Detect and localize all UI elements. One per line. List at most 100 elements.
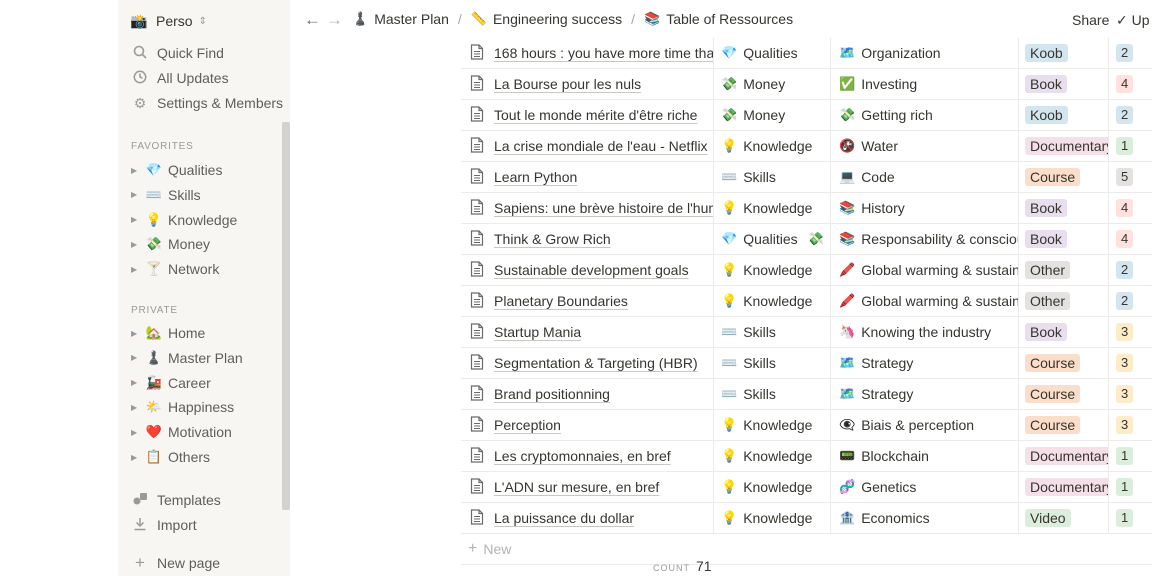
expand-triangle-icon[interactable]: ▶ [131, 453, 145, 462]
cell-category[interactable]: 💡 Knowledge [713, 131, 831, 161]
cell-subcategory[interactable]: 👁️‍🗨️ Biais & perception [831, 410, 1019, 440]
sidebar-item-money[interactable]: ▶ 💸 Money [131, 233, 210, 255]
cell-category[interactable]: 💎 Qualities [713, 38, 831, 68]
table-row[interactable]: La crise mondiale de l'eau - Netflix 💡 Kno… [461, 131, 1152, 162]
cell-name[interactable]: Brand positionning [461, 379, 714, 409]
new-row-button[interactable]: + New [461, 534, 1152, 565]
cell-category[interactable]: 💡 Knowledge [713, 193, 831, 223]
cell-name[interactable]: Les cryptomonnaies, en bref [461, 441, 714, 471]
sidebar-scrollbar[interactable] [282, 122, 290, 510]
row-title[interactable]: Brand positionning [494, 386, 610, 402]
cell-type[interactable]: Other [1019, 255, 1109, 285]
cell-category[interactable]: 💡 Knowledge [713, 472, 831, 502]
row-title[interactable]: Les cryptomonnaies, en bref [494, 448, 671, 464]
cell-type[interactable]: Course [1019, 348, 1109, 378]
workspace-switcher[interactable]: 📸 Perso ⇕ [130, 10, 207, 32]
cell-category[interactable]: 💸 Money [713, 69, 831, 99]
table-row[interactable]: L'ADN sur mesure, en bref 💡 Knowledge 🧬 Gene… [461, 472, 1152, 503]
cell-rating[interactable]: 1 [1109, 441, 1152, 471]
cell-type[interactable]: Koob [1019, 38, 1109, 68]
cell-rating[interactable]: 1 [1109, 131, 1152, 161]
expand-triangle-icon[interactable]: ▶ [131, 403, 145, 412]
expand-triangle-icon[interactable]: ▶ [131, 166, 145, 175]
table-row[interactable]: Think & Grow Rich💎Qualities💸Money📚Respon… [461, 224, 1152, 255]
cell-rating[interactable]: 4 [1109, 224, 1152, 254]
row-title[interactable]: La crise mondiale de l'eau - Netflix [494, 138, 708, 154]
row-title[interactable]: La Bourse pour les nuls [494, 76, 641, 92]
cell-name[interactable]: Learn Python [461, 162, 714, 192]
cell-name[interactable]: L'ADN sur mesure, en bref [461, 472, 714, 502]
cell-type[interactable]: Documentary [1019, 131, 1109, 161]
cell-rating[interactable]: 3 [1109, 379, 1152, 409]
cell-type[interactable]: Book [1019, 69, 1109, 99]
breadcrumb-item[interactable]: 📚 Table of Ressources [644, 11, 793, 27]
expand-triangle-icon[interactable]: ▶ [131, 378, 145, 387]
expand-triangle-icon[interactable]: ▶ [131, 353, 145, 362]
cell-type[interactable]: Book [1019, 317, 1109, 347]
expand-triangle-icon[interactable]: ▶ [131, 329, 145, 338]
row-title[interactable]: 168 hours : you have more time than you … [494, 45, 713, 61]
table-row[interactable]: Sapiens: une brève histoire de l'humanit… [461, 193, 1152, 224]
cell-subcategory[interactable]: 🖍️ Global warming & sustainability [831, 255, 1019, 285]
cell-name[interactable]: Think & Grow Rich [461, 224, 714, 254]
cell-subcategory[interactable]: 🖍️ Global warming & sustainability [831, 286, 1019, 316]
templates-button[interactable]: Templates [130, 489, 221, 511]
cell-name[interactable]: Sustainable development goals [461, 255, 714, 285]
import-button[interactable]: Import [130, 514, 197, 536]
cell-subcategory[interactable]: 📟 Blockchain [831, 441, 1019, 471]
cell-type[interactable]: Other [1019, 286, 1109, 316]
row-title[interactable]: Tout le monde mérite d'être riche [494, 107, 697, 123]
cell-rating[interactable]: 5 [1109, 162, 1152, 192]
cell-rating[interactable]: 4 [1109, 193, 1152, 223]
cell-category[interactable]: ⌨️ Skills [713, 162, 831, 192]
cell-type[interactable]: Course [1019, 410, 1109, 440]
row-title[interactable]: Startup Mania [494, 324, 581, 340]
table-row[interactable]: La puissance du dollar 💡 Knowledge 🏦 Economi… [461, 503, 1152, 534]
cell-subcategory[interactable]: 🧬 Genetics [831, 472, 1019, 502]
expand-triangle-icon[interactable]: ▶ [131, 265, 145, 274]
cell-subcategory[interactable]: ✅ Investing [831, 69, 1019, 99]
cell-subcategory[interactable]: 🦄 Knowing the industry [831, 317, 1019, 347]
row-title[interactable]: Perception [494, 417, 561, 433]
table-row[interactable]: Learn Python ⌨️ Skills 💻 Code Course 5 [461, 162, 1152, 193]
table-row[interactable]: Brand positionning ⌨️ Skills 🗺️ Strategy Cour… [461, 379, 1152, 410]
sidebar-item-career[interactable]: ▶ 🚂 Career [131, 372, 211, 394]
table-row[interactable]: La Bourse pour les nuls 💸 Money ✅ Investing B… [461, 69, 1152, 100]
table-row[interactable]: Startup Mania ⌨️ Skills 🦄 Knowing the indust… [461, 317, 1152, 348]
sidebar-item-others[interactable]: ▶ 📋 Others [131, 446, 210, 468]
cell-subcategory[interactable]: 🗺️ Strategy [831, 379, 1019, 409]
cell-type[interactable]: Book [1019, 193, 1109, 223]
table-row[interactable]: Perception 💡 Knowledge 👁️‍🗨️ Biais & percept… [461, 410, 1152, 441]
cell-subcategory[interactable]: 🏦 Economics [831, 503, 1019, 533]
cell-name[interactable]: Perception [461, 410, 714, 440]
cell-subcategory[interactable]: 📚 History [831, 193, 1019, 223]
cell-rating[interactable]: 2 [1109, 286, 1152, 316]
cell-category[interactable]: 💡 Knowledge [713, 286, 831, 316]
cell-rating[interactable]: 3 [1109, 348, 1152, 378]
cell-subcategory[interactable]: 📚 Responsability & consciousness [831, 224, 1019, 254]
expand-triangle-icon[interactable]: ▶ [131, 190, 145, 199]
cell-type[interactable]: Documentary [1019, 441, 1109, 471]
all-updates-button[interactable]: All Updates [130, 67, 229, 89]
updates-button[interactable]: ✓ Up [1116, 12, 1150, 29]
row-title[interactable]: Learn Python [494, 169, 577, 185]
table-row[interactable]: 168 hours : you have more time than you … [461, 38, 1152, 69]
cell-type[interactable]: Course [1019, 162, 1109, 192]
cell-subcategory[interactable]: 🚱 Water [831, 131, 1019, 161]
expand-triangle-icon[interactable]: ▶ [131, 428, 145, 437]
cell-type[interactable]: Book [1019, 224, 1109, 254]
row-title[interactable]: La puissance du dollar [494, 510, 634, 526]
cell-rating[interactable]: 3 [1109, 317, 1152, 347]
cell-category[interactable]: 💡 Knowledge [713, 441, 831, 471]
cell-name[interactable]: La Bourse pour les nuls [461, 69, 714, 99]
sidebar-item-network[interactable]: ▶ 🍸 Network [131, 258, 219, 280]
row-title[interactable]: Sustainable development goals [494, 262, 689, 278]
cell-category[interactable]: 💎Qualities💸Money [713, 224, 831, 254]
table-row[interactable]: Tout le monde mérite d'être riche 💸 Money 💸… [461, 100, 1152, 131]
cell-category[interactable]: ⌨️ Skills [713, 348, 831, 378]
cell-rating[interactable]: 3 [1109, 410, 1152, 440]
cell-rating[interactable]: 1 [1109, 503, 1152, 533]
table-row[interactable]: Sustainable development goals 💡 Knowledge 🖍… [461, 255, 1152, 286]
cell-rating[interactable]: 2 [1109, 255, 1152, 285]
quick-find-button[interactable]: Quick Find [130, 42, 224, 64]
